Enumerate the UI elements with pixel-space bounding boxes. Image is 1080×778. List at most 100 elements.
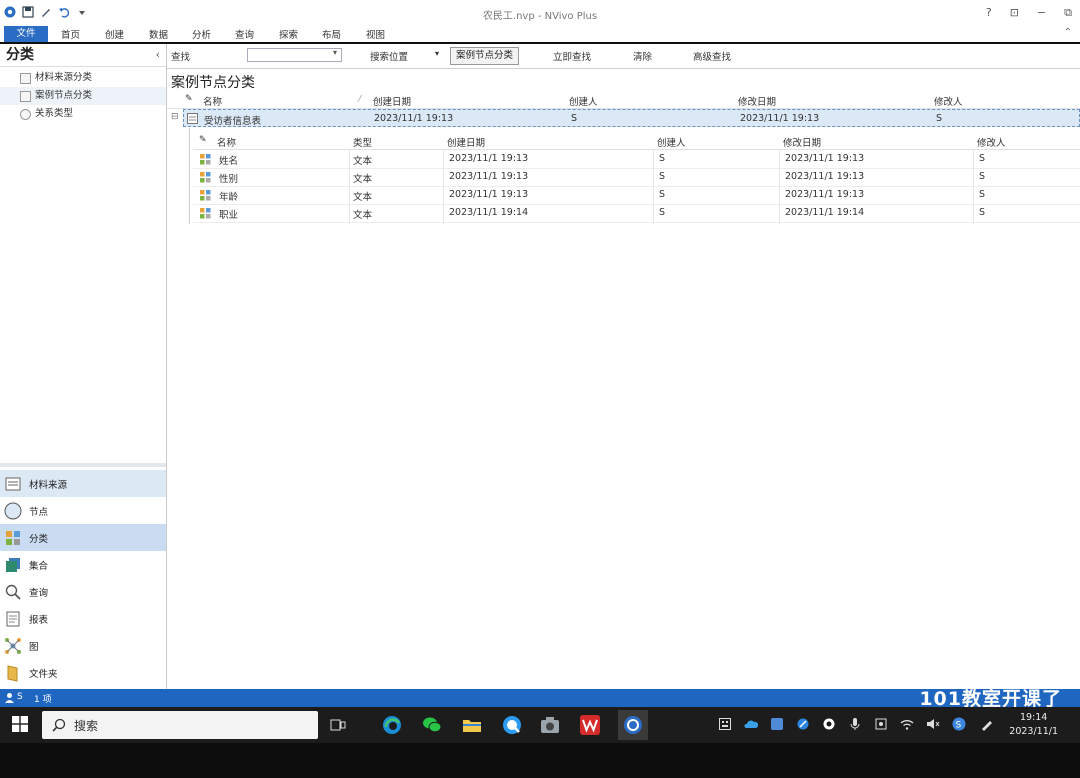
row-name: 职业 bbox=[219, 210, 239, 221]
network-wifi-icon[interactable] bbox=[900, 717, 914, 731]
nvivo-taskbar-icon[interactable] bbox=[618, 710, 648, 740]
keyboard-icon[interactable] bbox=[718, 717, 732, 731]
column-header-created[interactable]: 创建日期 bbox=[373, 94, 411, 108]
find-now-button[interactable]: 立即查找 bbox=[553, 49, 591, 63]
nav-sources[interactable]: 材料来源 bbox=[0, 470, 166, 497]
classification-table-header: ✎ 名称 ⁄ 创建日期 创建人 修改日期 修改人 bbox=[167, 92, 1080, 109]
column-header-modified[interactable]: 修改日期 bbox=[738, 94, 776, 108]
tree-item-source-classifications[interactable]: 材料来源分类 bbox=[0, 69, 166, 87]
advanced-find-button[interactable]: 高级查找 bbox=[693, 49, 731, 63]
tab-layout[interactable]: 布局 bbox=[322, 27, 341, 41]
table-row[interactable]: 性别 文本 2023/11/1 19:13 S 2023/11/1 19:13 … bbox=[193, 168, 1080, 187]
window-controls: ? ⊡ − ⧉ bbox=[986, 6, 1072, 20]
pin-icon[interactable]: ✎ bbox=[199, 135, 207, 145]
column-header-modifier[interactable]: 修改人 bbox=[977, 135, 1006, 149]
nav-queries[interactable]: 查询 bbox=[0, 578, 166, 605]
pen-icon[interactable] bbox=[980, 717, 994, 731]
table-row[interactable]: 受访者信息表 2023/11/1 19:13 S 2023/11/1 19:13… bbox=[183, 109, 1080, 127]
navigation-pane: 分类 ‹ 材料来源分类 案例节点分类 关系类型 材料来源 节点 分类 集合 查询… bbox=[0, 44, 167, 689]
tray-app-icon[interactable] bbox=[874, 717, 888, 731]
detail-view: 查找 ▾ 搜索位置 ▾ 案例节点分类 立即查找 清除 高级查找 案例节点分类 ✎… bbox=[167, 44, 1080, 689]
column-header-modified[interactable]: 修改日期 bbox=[783, 135, 821, 149]
nav-maps[interactable]: 图 bbox=[0, 632, 166, 659]
search-in-dropdown-icon[interactable]: ▾ bbox=[435, 49, 439, 58]
column-header-name[interactable]: 名称 bbox=[203, 94, 222, 108]
status-bar: S 1 项 bbox=[0, 689, 1080, 707]
help-button[interactable]: ? bbox=[986, 6, 992, 20]
restore-button[interactable]: ⧉ bbox=[1064, 6, 1072, 20]
column-header-type[interactable]: 类型 bbox=[353, 135, 372, 149]
tray-app-icon[interactable] bbox=[796, 717, 810, 731]
nav-collections[interactable]: 集合 bbox=[0, 551, 166, 578]
tray-app-icon[interactable] bbox=[822, 717, 836, 731]
tab-query[interactable]: 查询 bbox=[235, 27, 254, 41]
input-method-icon[interactable]: S bbox=[952, 717, 966, 731]
tab-create[interactable]: 创建 bbox=[105, 27, 124, 41]
microphone-icon[interactable] bbox=[848, 717, 862, 731]
table-row[interactable]: 年龄 文本 2023/11/1 19:13 S 2023/11/1 19:13 … bbox=[193, 186, 1080, 205]
column-header-created[interactable]: 创建日期 bbox=[447, 135, 485, 149]
ribbon-options-button[interactable]: ⊡ bbox=[1010, 6, 1019, 20]
find-dropdown-icon[interactable]: ▾ bbox=[333, 48, 337, 57]
tray-app-icon[interactable] bbox=[770, 717, 784, 731]
table-row[interactable]: 姓名 文本 2023/11/1 19:13 S 2023/11/1 19:13 … bbox=[193, 150, 1080, 169]
collapse-row-icon[interactable]: ⊟ bbox=[171, 112, 179, 122]
windows-start-icon[interactable] bbox=[12, 716, 28, 732]
nav-classifications[interactable]: 分类 bbox=[0, 524, 166, 551]
row-creator: S bbox=[659, 189, 666, 200]
taskbar-search-box[interactable]: 搜索 bbox=[42, 711, 318, 739]
table-row[interactable]: 职业 文本 2023/11/1 19:14 S 2023/11/1 19:14 … bbox=[193, 204, 1080, 223]
pane-splitter[interactable] bbox=[0, 463, 166, 467]
column-header-creator[interactable]: 创建人 bbox=[657, 135, 686, 149]
search-in-value[interactable]: 案例节点分类 bbox=[450, 47, 520, 65]
cloud-drive-icon[interactable] bbox=[744, 717, 758, 731]
edge-browser-icon[interactable] bbox=[382, 715, 402, 735]
case-classification-icon bbox=[20, 90, 31, 102]
attribute-icon bbox=[200, 190, 211, 201]
nav-nodes[interactable]: 节点 bbox=[0, 497, 166, 524]
volume-muted-icon[interactable] bbox=[926, 717, 940, 731]
ribbon-collapse-icon[interactable]: ⌃ bbox=[1064, 27, 1072, 38]
wps-office-icon[interactable] bbox=[580, 715, 600, 735]
nav-reports[interactable]: 报表 bbox=[0, 605, 166, 632]
taskbar-search-placeholder: 搜索 bbox=[74, 719, 99, 733]
attribute-icon bbox=[200, 172, 211, 183]
column-header-modifier[interactable]: 修改人 bbox=[934, 94, 963, 108]
nav-folders[interactable]: 文件夹 bbox=[0, 659, 166, 686]
status-item-count: 1 项 bbox=[34, 695, 52, 705]
row-modifier: S bbox=[979, 189, 986, 200]
collapse-pane-icon[interactable]: ‹ bbox=[156, 44, 160, 66]
wechat-icon[interactable] bbox=[422, 715, 442, 735]
tab-data[interactable]: 数据 bbox=[149, 27, 168, 41]
row-modified: 2023/11/1 19:13 bbox=[785, 171, 865, 182]
browser-q-icon[interactable] bbox=[502, 715, 522, 735]
tree-item-relationship-types[interactable]: 关系类型 bbox=[0, 105, 166, 123]
task-view-icon[interactable] bbox=[328, 715, 348, 735]
screenshot-tool-icon[interactable] bbox=[540, 715, 560, 735]
row-modified: 2023/11/1 19:13 bbox=[785, 189, 865, 200]
row-name: 受访者信息表 bbox=[204, 116, 262, 127]
column-header-name[interactable]: 名称 bbox=[217, 135, 236, 149]
tab-explore[interactable]: 探索 bbox=[279, 27, 298, 41]
taskbar-clock[interactable]: 19:14 2023/11/1 bbox=[1009, 711, 1058, 739]
magnifier-icon bbox=[4, 583, 22, 601]
tab-home[interactable]: 首页 bbox=[61, 27, 80, 41]
attribute-table-header: ✎ 名称 类型 创建日期 创建人 修改日期 修改人 bbox=[193, 133, 1080, 150]
relationship-type-icon bbox=[20, 108, 31, 120]
file-explorer-icon[interactable] bbox=[462, 715, 482, 735]
nvivo-window: 农民工.nvp - NVivo Plus ? ⊡ − ⧉ 文件 首页 创建 数据… bbox=[0, 0, 1080, 778]
tab-analyze[interactable]: 分析 bbox=[192, 27, 211, 41]
row-modified: 2023/11/1 19:14 bbox=[785, 207, 865, 218]
reports-icon bbox=[4, 610, 22, 628]
clear-button[interactable]: 清除 bbox=[633, 49, 652, 63]
tab-view[interactable]: 视图 bbox=[366, 27, 385, 41]
attribute-icon bbox=[200, 154, 211, 165]
tree-item-case-classifications[interactable]: 案例节点分类 bbox=[0, 87, 166, 105]
tab-file[interactable]: 文件 bbox=[4, 26, 48, 42]
find-bar: 查找 ▾ 搜索位置 ▾ 案例节点分类 立即查找 清除 高级查找 bbox=[167, 44, 1080, 69]
pin-icon[interactable]: ✎ bbox=[185, 94, 193, 104]
column-header-creator[interactable]: 创建人 bbox=[569, 94, 598, 108]
find-input[interactable] bbox=[247, 48, 342, 62]
attribute-icon bbox=[200, 208, 211, 219]
minimize-button[interactable]: − bbox=[1037, 6, 1046, 20]
